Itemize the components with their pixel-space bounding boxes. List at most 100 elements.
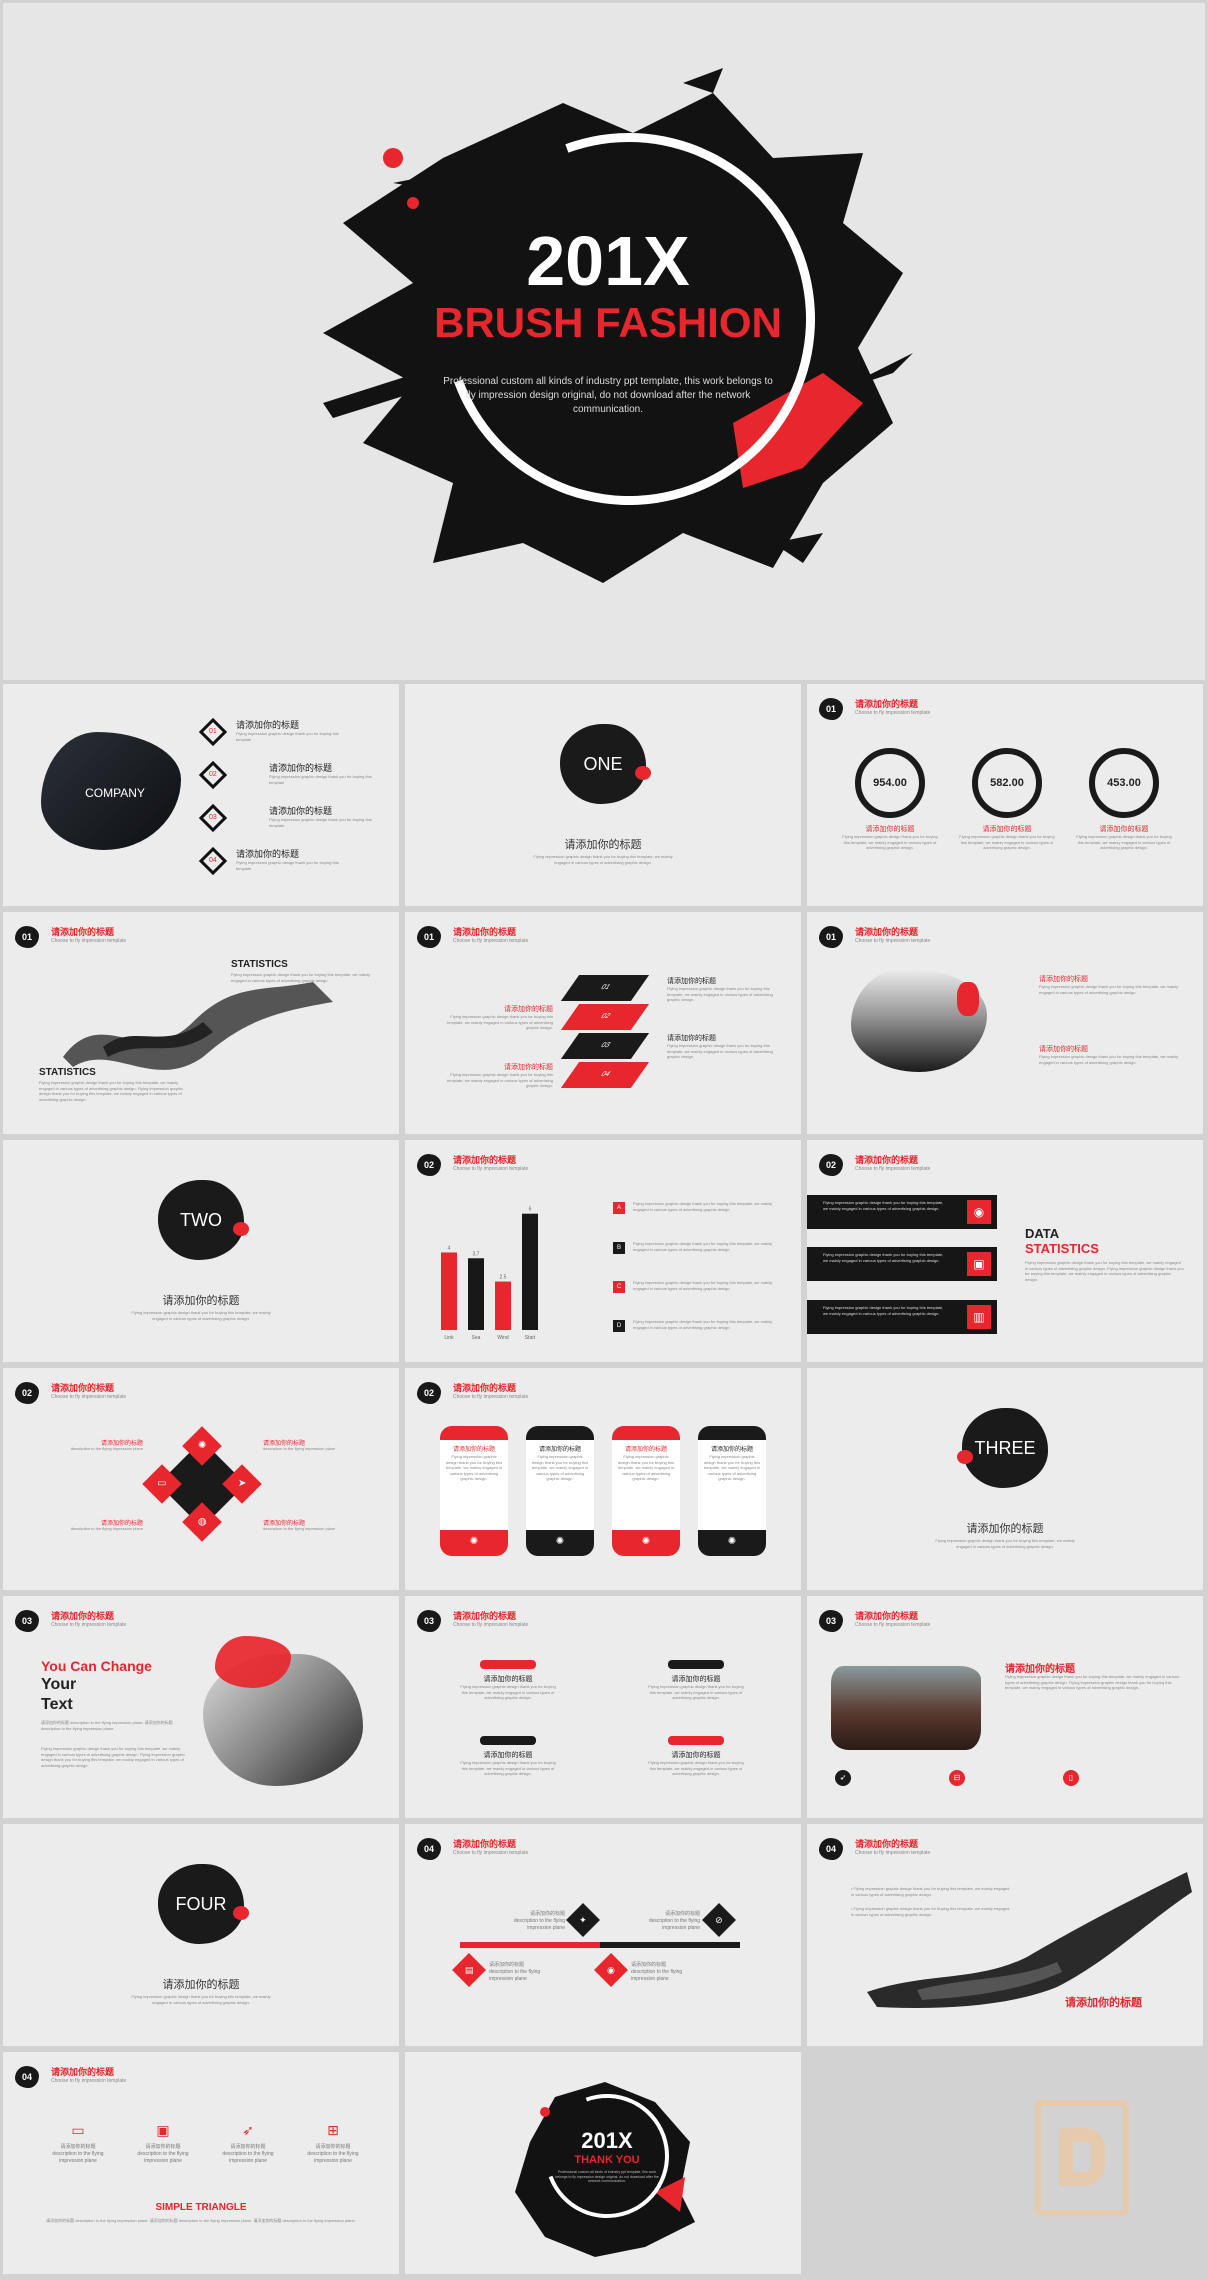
icon-title: 请添加你的标题 [315, 2144, 351, 2150]
stats-label-bottom: STATISTICS [39, 1067, 96, 1078]
rocket-icon: ➶ [242, 2122, 254, 2138]
icon-title: 请添加你的标题 [230, 2144, 266, 2150]
slide-bar-chart[interactable]: 02 请添加你的标题 Choose to fly impression templa… [405, 1140, 801, 1362]
slide-office[interactable]: 03 请添加你的标题 Choose to fly impression templa… [807, 1596, 1203, 1818]
letter-badge: A [613, 1202, 625, 1214]
thanks-title: THANK YOU [574, 2154, 640, 2166]
camera-icon: ◉ [594, 1953, 628, 1987]
layer-4[interactable]: 04 [560, 1062, 650, 1088]
slide-statistics[interactable]: 01 请添加你的标题 Choose to fly impression templa… [3, 912, 399, 1134]
bar-value-label: 3.7 [473, 1251, 480, 1257]
office-image-blob [831, 1666, 981, 1750]
layer-right-title: 请添加你的标题 [667, 978, 716, 985]
toc-item-title: 请添加你的标题 [236, 849, 300, 859]
watermark-logo [1035, 2100, 1129, 2216]
toc-item-title: 请添加你的标题 [236, 720, 300, 730]
timeline-desc: description to the flying impression pla… [489, 1969, 541, 1982]
chart-icon: ▥ [967, 1305, 991, 1329]
stroke-desc: Flying impression graphic design thank y… [460, 1684, 556, 1700]
trash-icon: ▯ [1063, 1770, 1079, 1786]
compass-icon: ⊘ [702, 1903, 736, 1937]
section-desc: Flying impression graphic design thank y… [131, 1310, 271, 1321]
hero-year: 201X [526, 222, 690, 300]
camera-icon: ◉ [967, 1200, 991, 1224]
card-desc: Flying impression graphic design thank y… [445, 1454, 503, 1481]
slide-thank-you[interactable]: 201X THANK YOU Professional custom all k… [405, 2052, 801, 2274]
statistics-word: STATISTICS [1025, 1241, 1099, 1256]
image-icon: ▤ [452, 1953, 486, 1987]
diamond-desc: description to the flying impression pla… [263, 1526, 336, 1531]
section-desc: Flying impression graphic design thank y… [935, 1538, 1075, 1549]
icon-desc: description to the flying impression pla… [222, 2151, 274, 2164]
office-title: 请添加你的标题 [1005, 1664, 1075, 1675]
slide-toc[interactable]: COMPANY 01 请添加你的标题 Flying impression gra… [3, 684, 399, 906]
slide-section-three[interactable]: THREE 请添加你的标题 Flying impression graphic … [807, 1368, 1203, 1590]
office-desc: Flying impression graphic design thank y… [1005, 1674, 1180, 1690]
bar-category-label: Link [444, 1335, 454, 1341]
company-label: COMPANY [85, 786, 145, 800]
slide-diamonds[interactable]: 02 请添加你的标题 Choose to fly impression templa… [3, 1368, 399, 1590]
stats-label-top: STATISTICS [231, 959, 288, 970]
layer-3[interactable]: 03 [560, 1033, 650, 1059]
layer-2[interactable]: 02 [560, 1004, 650, 1030]
layer-1[interactable]: 01 [560, 975, 650, 1001]
timeline-title: 请添加你的标题 [529, 1911, 565, 1917]
icon-title: 请添加你的标题 [145, 2144, 181, 2150]
slide-you-can-change[interactable]: 03 请添加你的标题 Choose to fly impression templa… [3, 1596, 399, 1818]
slide-timeline[interactable]: 04 请添加你的标题 Choose to fly impression templa… [405, 1824, 801, 2046]
toc-item[interactable]: 01 [198, 717, 228, 747]
bar-value-label: 2.5 [500, 1275, 507, 1281]
bar-link [441, 1252, 457, 1330]
stats-desc-bottom: Flying impression graphic design thank y… [39, 1080, 184, 1102]
bar-category-label: Sea [472, 1335, 481, 1341]
bar-value-label: 4 [448, 1245, 451, 1251]
toc-item[interactable]: 03 [198, 803, 228, 833]
hero-desc: Professional custom all kinds of industr… [443, 376, 773, 415]
slide-section-one[interactable]: ONE 请添加你的标题 Flying impression graphic de… [405, 684, 801, 906]
timeline-black [600, 1942, 740, 1948]
briefcase-icon: ▣ [156, 2122, 170, 2138]
card-title: 请添加你的标题 [624, 1447, 667, 1453]
bar-category-label: Start [525, 1335, 536, 1341]
slide-header: 03 请添加你的标题 Choose to fly impression templa… [819, 1608, 1079, 1634]
stroke-title: 请添加你的标题 [671, 1752, 721, 1759]
slide-brush-strokes[interactable]: 03 请添加你的标题 Choose to fly impression templa… [405, 1596, 801, 1818]
slide-section-four[interactable]: FOUR 请添加你的标题 Flying impression graphic d… [3, 1824, 399, 2046]
timeline-title: 请添加你的标题 [664, 1911, 700, 1917]
slide-header: 02 请添加你的标题 Choose to fly impression templa… [819, 1152, 1079, 1178]
icon-title: 请添加你的标题 [60, 2144, 96, 2150]
wallet-icon: ▣ [967, 1252, 991, 1276]
toc-item-title: 请添加你的标题 [269, 763, 333, 773]
toc-item-desc: Flying impression graphic design thank y… [269, 774, 372, 785]
circle-desc: Flying impression graphic design thank y… [842, 834, 938, 850]
toc-item[interactable]: 02 [198, 760, 228, 790]
slide-cards[interactable]: 02 请添加你的标题 Choose to fly impression templa… [405, 1368, 801, 1590]
slide-team-photo[interactable]: 01 请添加你的标题 Choose to fly impression templa… [807, 912, 1203, 1134]
circle-title: 请添加你的标题 [1099, 826, 1149, 833]
slide-data-statistics[interactable]: 02 请添加你的标题 Choose to fly impression templa… [807, 1140, 1203, 1362]
stroke-title: 请添加你的标题 [483, 1676, 533, 1683]
slide-header: 03 请添加你的标题 Choose to fly impression templa… [417, 1608, 677, 1634]
brush-stroke-graphic [867, 1872, 1192, 2008]
layer-left-title: 请添加你的标题 [504, 1064, 553, 1071]
data-stats-desc: Flying impression graphic design thank y… [1025, 1260, 1184, 1282]
gear-icon: ✺ [727, 1536, 737, 1547]
thanks-year: 201X [581, 2128, 633, 2153]
gear-icon: ✺ [469, 1536, 479, 1547]
slide-layers[interactable]: 01 请添加你的标题 Choose to fly impression templa… [405, 912, 801, 1134]
slide-section-two[interactable]: TWO 请添加你的标题 Flying impression graphic de… [3, 1140, 399, 1362]
layer-right-title: 请添加你的标题 [667, 1035, 716, 1042]
brush-slide-title: 请添加你的标题 [1065, 1997, 1142, 2009]
slide-header: 02 请添加你的标题 Choose to fly impression templa… [417, 1152, 677, 1178]
toc-item[interactable]: 04 [198, 846, 228, 876]
section-desc: Flying impression graphic design thank y… [533, 854, 673, 865]
slide-simple-triangle[interactable]: 04 请添加你的标题 Choose to fly impression templa… [3, 2052, 399, 2274]
hero-slide[interactable]: 201X BRUSH FASHION Professional custom a… [3, 3, 1205, 680]
stroke-title: 请添加你的标题 [483, 1752, 533, 1759]
slide-bullets-brush[interactable]: 04 请添加你的标题 Choose to fly impression templa… [807, 1824, 1203, 2046]
section-word: THREE [974, 1438, 1036, 1458]
circle-desc: Flying impression graphic design thank y… [959, 834, 1055, 850]
legend-desc: Flying impression graphic design thank y… [633, 1319, 773, 1330]
slide-circles[interactable]: 01 请添加你的标题 Choose to fly impression templa… [807, 684, 1203, 906]
rocket-icon: ➶ [835, 1770, 851, 1786]
